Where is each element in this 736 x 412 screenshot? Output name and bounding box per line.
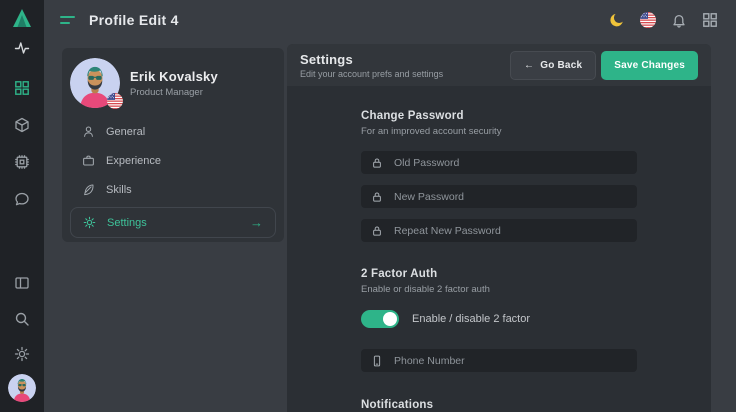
page-title: Profile Edit 4 (89, 12, 179, 28)
two-factor-toggle-label: Enable / disable 2 factor (412, 313, 530, 325)
topbar: Profile Edit 4 (44, 0, 736, 40)
notifications-title: Notifications (361, 399, 637, 411)
layout-icon[interactable] (0, 275, 44, 291)
phone-number-field[interactable] (361, 349, 637, 372)
old-password-input[interactable] (394, 157, 627, 169)
menu-icon[interactable] (60, 16, 75, 24)
user-role: Product Manager (130, 87, 218, 98)
gear-icon[interactable] (0, 346, 44, 362)
go-back-button[interactable]: ← Go Back (510, 51, 596, 80)
arrow-left-icon: ← (524, 60, 534, 71)
lock-icon (371, 157, 383, 169)
menu-item-skills[interactable]: Skills (62, 175, 284, 204)
menu-item-label: Skills (106, 184, 132, 196)
menu-item-experience[interactable]: Experience (62, 146, 284, 175)
new-password-input[interactable] (394, 191, 627, 203)
two-factor-title: 2 Factor Auth (361, 268, 637, 280)
apps-grid-icon[interactable] (702, 12, 718, 28)
profile-menu: General Experience Skills Settings → (62, 117, 284, 238)
moon-icon[interactable] (609, 12, 625, 28)
phone-icon (371, 355, 383, 367)
lock-icon (371, 225, 383, 237)
settings-panel: Settings Edit your account prefs and set… (287, 44, 711, 412)
search-icon[interactable] (0, 311, 44, 327)
save-changes-button[interactable]: Save Changes (601, 51, 698, 80)
us-flag-badge-icon (107, 93, 123, 109)
repeat-password-input[interactable] (394, 225, 627, 237)
phone-number-input[interactable] (394, 355, 627, 367)
gear-icon (83, 216, 96, 229)
lock-icon (371, 191, 383, 203)
new-password-field[interactable] (361, 185, 637, 208)
package-icon[interactable] (0, 117, 44, 133)
settings-panel-header: Settings Edit your account prefs and set… (287, 44, 711, 86)
logo-triangle-icon[interactable] (0, 7, 44, 29)
bell-icon[interactable] (671, 12, 687, 28)
change-password-subtitle: For an improved account security (361, 126, 637, 137)
two-factor-subtitle: Enable or disable 2 factor auth (361, 284, 637, 295)
user-name: Erik Kovalsky (130, 69, 218, 84)
menu-item-label: Experience (106, 155, 161, 167)
briefcase-icon (82, 154, 95, 167)
us-flag-icon[interactable] (640, 12, 656, 28)
two-factor-toggle[interactable] (361, 310, 399, 328)
feather-icon (82, 183, 95, 196)
cpu-icon[interactable] (0, 154, 44, 170)
arrow-right-icon: → (250, 216, 263, 229)
activity-icon[interactable] (0, 40, 44, 56)
avatar (70, 58, 120, 108)
change-password-title: Change Password (361, 110, 637, 122)
old-password-field[interactable] (361, 151, 637, 174)
user-icon (82, 125, 95, 138)
menu-item-label: Settings (107, 217, 147, 229)
sidebar-user-avatar[interactable] (0, 374, 44, 402)
profile-card: Erik Kovalsky Product Manager General Ex… (62, 48, 284, 242)
repeat-password-field[interactable] (361, 219, 637, 242)
dashboard-grid-icon[interactable] (0, 80, 44, 96)
menu-item-general[interactable]: General (62, 117, 284, 146)
chat-icon[interactable] (0, 191, 44, 207)
settings-title: Settings (300, 52, 443, 67)
menu-item-label: General (106, 126, 145, 138)
app-sidebar (0, 0, 44, 412)
menu-item-settings[interactable]: Settings → (70, 207, 276, 238)
toggle-knob (383, 312, 397, 326)
settings-subtitle: Edit your account prefs and settings (300, 69, 443, 79)
